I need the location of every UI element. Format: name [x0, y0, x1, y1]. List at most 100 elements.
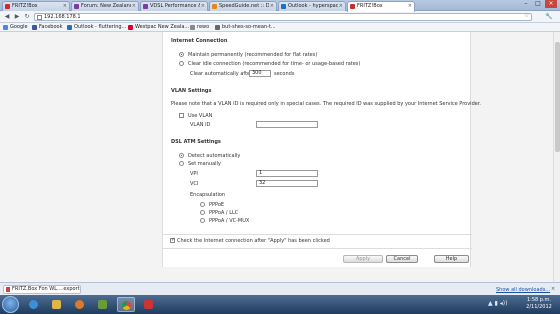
tab-close-icon[interactable]: ×	[270, 3, 274, 9]
pppoa-vcmux-radio[interactable]	[200, 218, 205, 223]
bookmark-label: but-shes-so-mean-t...	[222, 24, 276, 30]
bookmark-westpac[interactable]: Westpac New Zeala...	[128, 24, 189, 30]
minimize-icon[interactable]: –	[520, 0, 532, 8]
detect-automatically-radio[interactable]	[179, 153, 184, 158]
westpac-icon	[128, 25, 133, 30]
seconds-label: seconds	[274, 71, 295, 77]
vlan-settings-title: VLAN Settings	[171, 88, 212, 94]
pppoa-vcmux-label: PPPoA / VC-MUX	[209, 218, 250, 224]
page-scrollbar[interactable]	[553, 32, 560, 282]
outlook-icon	[67, 25, 72, 30]
bookmark-label: Outlook - fluttering...	[74, 24, 127, 30]
system-tray[interactable]: ▲ ▮ ◂))	[488, 300, 507, 307]
browser-tab[interactable]: VDSL Performance & Tun ×	[140, 1, 208, 11]
forum-favicon-icon	[143, 4, 148, 9]
browser-tab[interactable]: Forum: New Zealand Broa ×	[71, 1, 139, 11]
bookmark-rewo[interactable]: rewo	[190, 24, 209, 30]
bookmark-label: rewo	[197, 24, 210, 30]
fritzbox-favicon-icon	[5, 4, 10, 9]
maximize-icon[interactable]: □	[532, 0, 544, 8]
pppoa-llc-label: PPPoA / LLC	[209, 210, 239, 216]
use-vlan-checkbox[interactable]	[179, 113, 184, 118]
download-file-name: FRITZ.Box Fon WL....export	[12, 286, 80, 292]
taskbar-app[interactable]	[140, 297, 158, 312]
app-icon	[98, 300, 107, 309]
start-button[interactable]	[2, 296, 19, 313]
clear-after-label: Clear automatically after	[190, 71, 253, 77]
scrollbar-thumb[interactable]	[555, 42, 560, 152]
outlook-favicon-icon	[281, 4, 286, 9]
google-icon	[3, 25, 8, 30]
check-connection-label: Check the Internet connection after "App…	[177, 238, 330, 244]
bookmark-star-icon[interactable]: ☆	[524, 12, 529, 19]
settings-panel: Internet Connection Maintain permanently…	[162, 32, 481, 267]
taskbar-explorer[interactable]	[48, 297, 66, 312]
bookmarks-bar: Google Facebook Outlook - fluttering... …	[0, 23, 560, 32]
reload-icon[interactable]: ↻	[23, 13, 31, 21]
page-icon	[37, 15, 42, 20]
bookmark-label: Google	[10, 24, 28, 30]
clear-after-seconds-input[interactable]: 300	[249, 70, 271, 77]
address-bar[interactable]: 192.168.178.1	[34, 13, 532, 21]
taskbar-media[interactable]	[71, 297, 89, 312]
taskbar-app[interactable]	[94, 297, 112, 312]
vlan-id-input[interactable]	[256, 121, 318, 128]
browser-tab-active[interactable]: FRITZ!Box ×	[347, 1, 415, 12]
clear-idle-radio[interactable]	[179, 61, 184, 66]
maintain-permanently-label: Maintain permanently (recommended for fl…	[188, 52, 318, 58]
taskbar-clock[interactable]: 1:58 p.m. 2/11/2012	[523, 297, 555, 311]
taskbar-ie[interactable]	[25, 297, 43, 312]
speedguide-favicon-icon	[212, 4, 217, 9]
facebook-icon	[32, 25, 37, 30]
tab-close-icon[interactable]: ×	[339, 3, 343, 9]
bookmark-facebook[interactable]: Facebook	[32, 24, 63, 30]
vpi-input[interactable]: 1	[256, 170, 318, 177]
check-connection-checkbox[interactable]	[170, 237, 175, 243]
encapsulation-label: Encapsulation	[190, 192, 226, 198]
cancel-button[interactable]: Cancel	[386, 255, 418, 263]
forward-arrow-icon[interactable]: ▶	[13, 13, 21, 21]
folder-icon	[52, 300, 61, 309]
set-manually-radio[interactable]	[179, 161, 184, 166]
taskbar: ▲ ▮ ◂)) 1:58 p.m. 2/11/2012	[0, 295, 560, 314]
chrome-icon	[122, 301, 131, 310]
vci-label: VCI	[190, 181, 199, 187]
media-player-icon	[75, 300, 84, 309]
tab-close-icon[interactable]: ×	[63, 3, 67, 9]
use-vlan-label: Use VLAN	[188, 113, 213, 119]
dsl-atm-settings-title: DSL ATM Settings	[171, 139, 221, 145]
fritzbox-favicon-icon	[350, 4, 355, 9]
vlan-note: Please note that a VLAN ID is required o…	[171, 101, 482, 107]
tab-close-icon[interactable]: ×	[132, 3, 136, 9]
bookmark-but-shes[interactable]: but-shes-so-mean-t...	[215, 24, 276, 30]
wrench-icon[interactable]: 🔧	[545, 13, 552, 20]
maintain-permanently-radio[interactable]	[179, 52, 184, 57]
vlan-id-label: VLAN ID	[190, 122, 211, 128]
download-item[interactable]: FRITZ.Box Fon WL....export	[3, 285, 81, 294]
bookmark-label: Facebook	[39, 24, 63, 30]
tab-title: VDSL Performance & Tun	[150, 3, 200, 9]
bookmark-google[interactable]: Google	[3, 24, 28, 30]
bookmark-label: Westpac New Zeala...	[135, 24, 190, 30]
navigation-bar: ◀ ▶ ↻ 192.168.178.1 ☆ 🔧	[0, 11, 560, 23]
vci-input[interactable]: 32	[256, 180, 318, 187]
help-button[interactable]: Help	[434, 255, 469, 263]
clock-date: 2/11/2012	[526, 304, 552, 310]
back-arrow-icon[interactable]: ◀	[3, 13, 11, 21]
pppoe-radio[interactable]	[200, 202, 205, 207]
apply-button[interactable]: Apply	[343, 255, 383, 263]
internet-connection-title: Internet Connection	[171, 38, 228, 44]
tab-title: SpeedGuide.net :: DSL Spee	[219, 3, 269, 9]
browser-tab[interactable]: FRITZ!Box ×	[2, 1, 70, 11]
browser-tab[interactable]: Outlook - hyperspace2007 ×	[278, 1, 346, 11]
browser-tab[interactable]: SpeedGuide.net :: DSL Spee ×	[209, 1, 277, 11]
tab-close-icon[interactable]: ×	[408, 3, 412, 9]
show-all-downloads-link[interactable]: Show all downloads...	[496, 287, 550, 293]
close-download-bar-icon[interactable]: ×	[551, 286, 555, 292]
window-close-icon[interactable]: ×	[545, 0, 557, 8]
page-viewport: Internet Connection Maintain permanently…	[0, 32, 560, 282]
tab-close-icon[interactable]: ×	[201, 3, 205, 9]
bookmark-outlook[interactable]: Outlook - fluttering...	[67, 24, 126, 30]
taskbar-chrome[interactable]	[117, 297, 135, 312]
pppoa-llc-radio[interactable]	[200, 210, 205, 215]
